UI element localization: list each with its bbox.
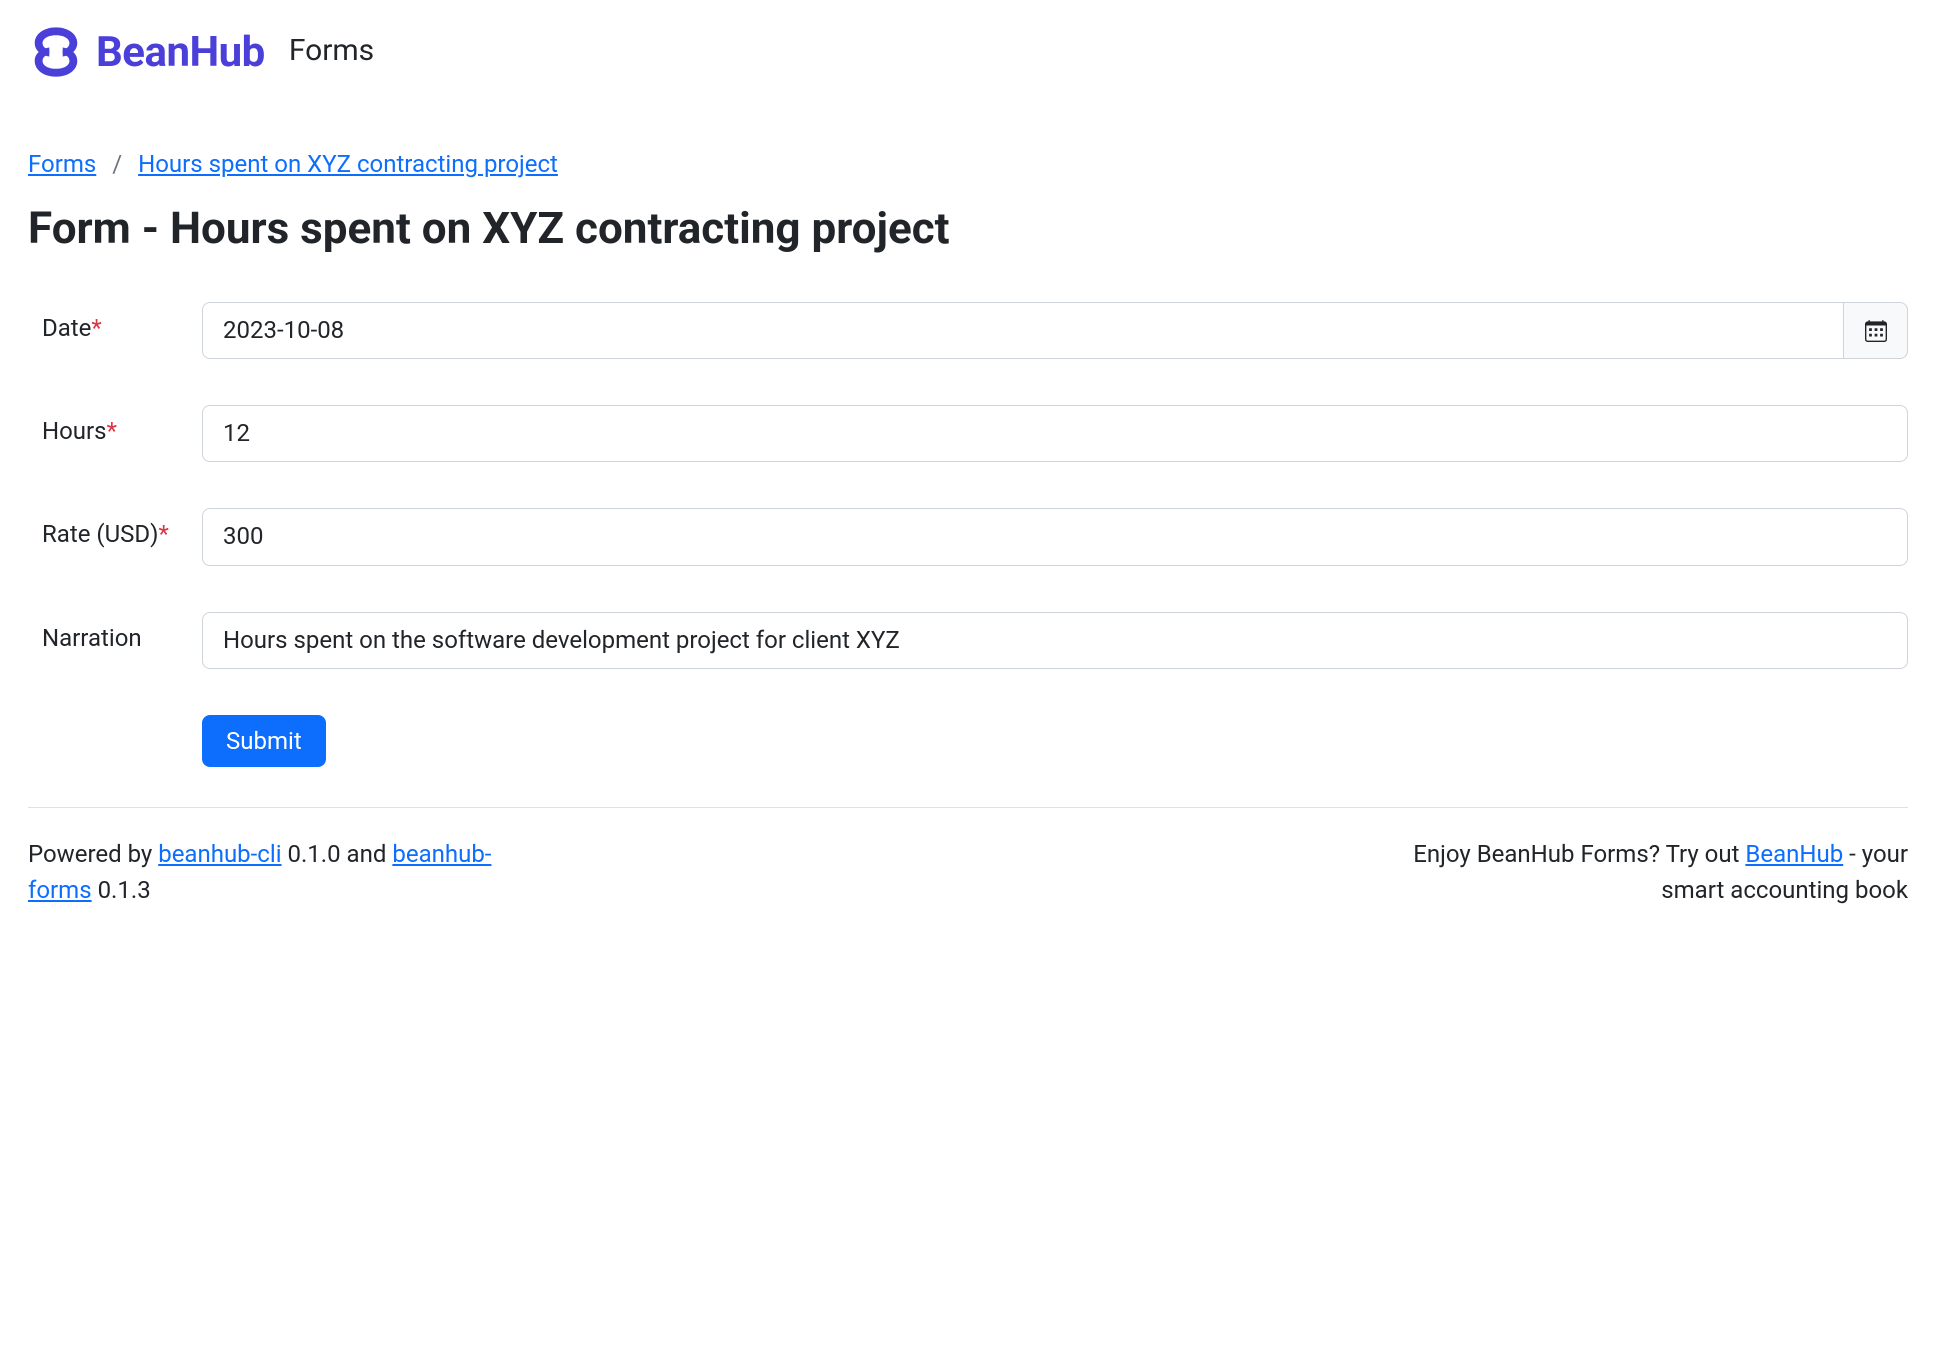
date-input[interactable] (202, 302, 1844, 359)
header: BeanHub Forms (28, 24, 1908, 80)
breadcrumb-separator: / (112, 150, 122, 178)
beanhub-cli-link[interactable]: beanhub-cli (158, 840, 281, 868)
beanhub-logo-icon (28, 24, 84, 80)
header-section-label: Forms (289, 33, 374, 68)
narration-input[interactable] (202, 612, 1908, 669)
breadcrumb: Forms / Hours spent on XYZ contracting p… (28, 150, 1908, 178)
label-narration-text: Narration (42, 624, 142, 652)
page-title: Form - Hours spent on XYZ contracting pr… (28, 202, 1908, 254)
hours-input[interactable] (202, 405, 1908, 462)
submit-row: Submit (28, 715, 1908, 767)
footer: Powered by beanhub-cli 0.1.0 and beanhub… (28, 836, 1908, 908)
field-row-date: Date* (28, 302, 1908, 359)
required-mark: * (107, 417, 117, 445)
forms-version: 0.1.3 (92, 876, 151, 904)
label-date: Date* (42, 302, 202, 346)
required-mark: * (91, 314, 101, 342)
brand-logo-group: BeanHub (28, 24, 265, 80)
field-row-narration: Narration (28, 612, 1908, 669)
footer-divider (28, 807, 1908, 808)
footer-left: Powered by beanhub-cli 0.1.0 and beanhub… (28, 836, 548, 908)
beanhub-link[interactable]: BeanHub (1745, 840, 1843, 868)
cli-version: 0.1.0 and (282, 840, 393, 868)
breadcrumb-current-link[interactable]: Hours spent on XYZ contracting project (138, 150, 558, 178)
submit-button[interactable]: Submit (202, 715, 326, 767)
calendar-icon (1865, 320, 1887, 342)
required-mark: * (159, 520, 169, 548)
footer-right: Enjoy BeanHub Forms? Try out BeanHub - y… (1348, 836, 1908, 908)
footer-right-prefix: Enjoy BeanHub Forms? Try out (1413, 840, 1745, 868)
label-hours-text: Hours (42, 417, 107, 445)
label-rate-text: Rate (USD) (42, 520, 159, 548)
label-date-text: Date (42, 314, 91, 342)
label-hours: Hours* (42, 405, 202, 449)
field-row-hours: Hours* (28, 405, 1908, 462)
label-rate: Rate (USD)* (42, 508, 202, 552)
footer-left-prefix: Powered by (28, 840, 158, 868)
rate-input[interactable] (202, 508, 1908, 565)
brand-name: BeanHub (96, 28, 265, 77)
label-narration: Narration (42, 612, 202, 656)
breadcrumb-root-link[interactable]: Forms (28, 150, 96, 178)
date-picker-button[interactable] (1844, 302, 1908, 359)
field-row-rate: Rate (USD)* (28, 508, 1908, 565)
